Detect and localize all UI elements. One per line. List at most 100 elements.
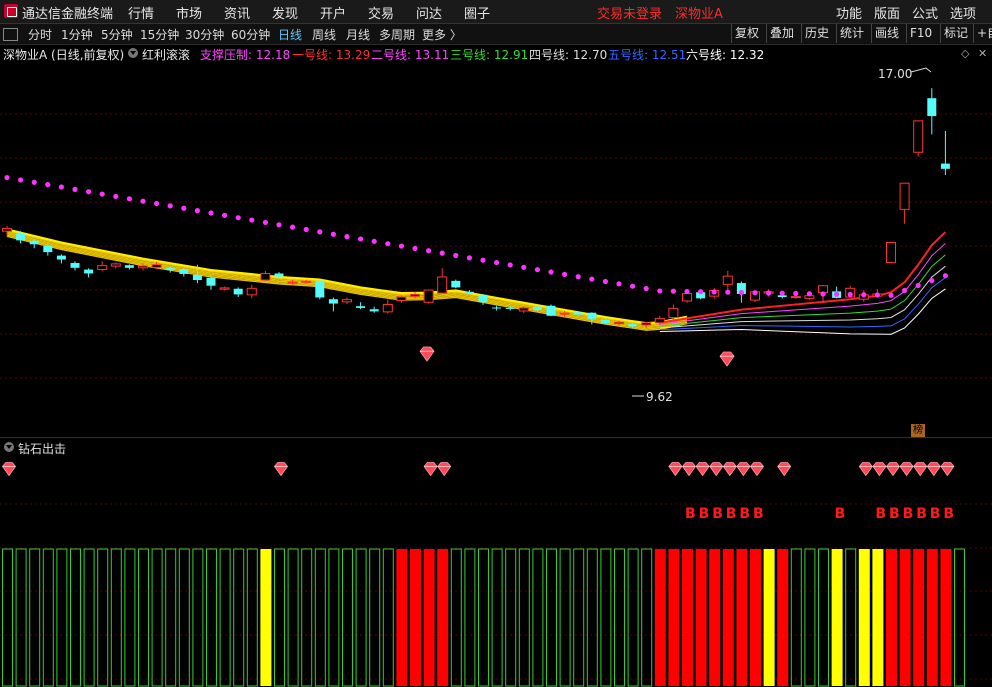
signal-bar-red [695,549,707,686]
line2-number: 13.11 [414,48,450,62]
sub-indicator-dropdown-icon[interactable] [4,442,14,452]
diamond-signal-icon [423,462,438,477]
menu-item-jiaoyi[interactable]: 交易 [368,3,394,22]
support-dot [929,277,935,284]
support-dot [806,291,813,297]
signal-bar-green [845,548,857,687]
candle-body-up [342,299,352,303]
signal-bar-green [464,548,476,687]
candle-body-down [233,288,243,295]
menu-item-gongneng[interactable]: 功能 [836,3,862,22]
tab-5min[interactable]: 5分钟 [101,26,133,43]
candle-body-down [16,233,26,241]
statistics-button[interactable]: 统计 [836,24,867,43]
diamond-signal-icon [858,462,873,477]
support-dot [72,186,78,192]
draw-line-button[interactable]: 画线 [871,24,902,43]
mark-button[interactable]: 标记 [940,24,971,43]
menu-item-shichang[interactable]: 市场 [176,3,202,22]
support-dot [902,287,908,293]
menu-item-quanzi[interactable]: 圈子 [464,3,490,22]
line3-label: 三号线: [450,48,491,62]
diamond-attack-chart[interactable]: BBBBBBBBBBBBB [0,455,992,687]
candle-body-up [410,293,420,297]
indicator-info-bar: 深物业A (日线,前复权) 红利滚滚 支撑压制: 12.18 一号线: 13.2… [0,45,992,63]
buy-signal-letter: B [753,506,764,522]
candle-body-down [70,263,80,268]
signal-bar-green [546,548,557,687]
signal-bar-green [627,548,639,687]
tab-multi-period[interactable]: 多周期 [379,26,415,43]
support-dot [874,292,881,298]
tab-1min[interactable]: 1分钟 [61,26,93,43]
support-dot [249,217,255,223]
support-dot [521,264,527,270]
tab-30min[interactable]: 30分钟 [185,26,224,43]
signal-bar-green [804,548,816,687]
custom-add-button[interactable]: +自 [973,24,992,43]
menu-item-hangqing[interactable]: 行情 [128,3,154,22]
menu-item-faxian[interactable]: 发现 [272,3,298,22]
tab-weekly[interactable]: 周线 [312,26,336,43]
indicator-dropdown-icon[interactable] [128,48,138,58]
candle-body-up [138,265,148,269]
line2-label: 二号线: [371,48,412,62]
support-dot [276,222,282,228]
diamond-signal-icon [668,462,683,477]
tab-fenshi[interactable]: 分时 [28,26,52,43]
signal-bar-green [56,548,68,687]
menu-item-gongshi[interactable]: 公式 [912,3,938,22]
chart-title: 深物业A (日线,前复权) [3,48,125,62]
support-dot [31,179,37,185]
tab-15min[interactable]: 15分钟 [140,26,179,43]
menu-item-kaihu[interactable]: 开户 [320,3,346,22]
candle-body-down [56,255,66,260]
menu-item-xuanxiang[interactable]: 选项 [950,3,976,22]
diamond-signal-icon [437,462,452,477]
login-status[interactable]: 交易未登录 [597,3,662,22]
signal-bar-yellow [260,549,272,686]
support-dot [18,177,24,183]
support-dot [548,269,554,275]
diamond-signal-icon [777,462,792,477]
overlay-button[interactable]: 叠加 [766,24,797,43]
signal-bar-yellow [872,549,884,686]
restore-icon[interactable]: ◇ [961,47,969,60]
tab-daily[interactable]: 日线 [278,26,302,43]
diamond-signal-icon [926,462,941,477]
signal-bar-green [790,548,802,687]
candle-body-down [315,280,325,298]
high-price-label: 17.00 [878,67,912,81]
signal-bar-red [913,549,925,686]
support-dot [262,219,268,226]
candle-body-up [654,317,665,324]
history-button[interactable]: 历史 [801,24,832,43]
ranking-badge[interactable]: 榜 [911,424,925,437]
kline-chart[interactable]: 17.00 9.62 [0,62,992,437]
menu-item-zixun[interactable]: 资讯 [224,3,250,22]
candle-body-down [927,98,937,117]
signal-bar-green [287,548,299,687]
support-dot [466,255,472,261]
candle-body-down [29,240,39,245]
support-dot [589,276,595,282]
line6-number: 12.32 [729,48,765,62]
candle-body-up [287,281,298,284]
tab-60min[interactable]: 60分钟 [231,26,270,43]
tab-monthly[interactable]: 月线 [346,26,370,43]
signal-bar-red [423,549,435,686]
panel-toggle-icon[interactable] [3,28,18,41]
candle-body-down [274,273,284,277]
close-icon[interactable]: ✕ [978,47,987,60]
indicator-name[interactable]: 红利滚滚 [142,46,190,63]
fuquan-button[interactable]: 复权 [731,24,762,43]
buy-signal-letter: B [712,506,723,522]
menu-item-banmian[interactable]: 版面 [874,3,900,22]
support-dot [181,205,187,211]
support-dot [58,184,64,190]
signal-bar-green [246,548,258,687]
tab-more[interactable]: 更多 〉 [422,26,462,43]
support-line-number: 12.18 [255,48,291,62]
f10-button[interactable]: F10 [906,24,935,43]
menu-item-wenda[interactable]: 问达 [416,3,442,22]
